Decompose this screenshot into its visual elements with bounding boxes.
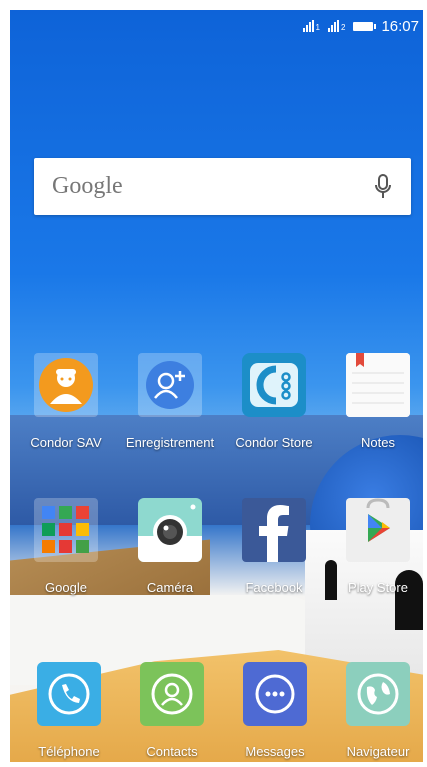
app-condor-store[interactable]: Condor Store <box>224 353 324 450</box>
technician-icon <box>34 353 98 417</box>
dock-contacts[interactable]: Contacts <box>122 662 222 759</box>
contact-icon <box>140 662 204 726</box>
dock-navigateur[interactable]: Navigateur <box>328 662 423 759</box>
play-store-icon <box>346 498 410 562</box>
app-label: Condor Store <box>235 435 313 450</box>
app-notes[interactable]: Notes <box>328 353 423 450</box>
google-search-bar[interactable]: Google <box>34 158 411 215</box>
home-screen: 1 2 16:07 Google Condor SAV Enregistreme… <box>10 10 423 762</box>
app-label: Facebook <box>245 580 303 595</box>
message-icon <box>243 662 307 726</box>
globe-icon <box>346 662 410 726</box>
dock-messages[interactable]: Messages <box>225 662 325 759</box>
search-label: Google <box>52 173 123 199</box>
signal-sim1-icon: 1 <box>302 20 320 32</box>
facebook-icon <box>242 498 306 562</box>
status-bar: 1 2 16:07 <box>10 10 423 42</box>
app-label: Téléphone <box>38 744 100 759</box>
app-label: Messages <box>245 744 305 759</box>
app-label: Google <box>45 580 87 595</box>
app-enregistrement[interactable]: Enregistrement <box>120 353 220 450</box>
app-label: Caméra <box>146 580 194 595</box>
app-camera[interactable]: Caméra <box>120 498 220 595</box>
app-google-folder[interactable]: Google <box>16 498 116 595</box>
microphone-icon[interactable] <box>373 173 393 201</box>
app-label: Contacts <box>146 744 198 759</box>
camera-icon <box>138 498 202 562</box>
add-user-icon <box>138 353 202 417</box>
app-label: Condor SAV <box>30 435 102 450</box>
app-condor-sav[interactable]: Condor SAV <box>16 353 116 450</box>
clock: 16:07 <box>381 17 419 35</box>
app-label: Notes <box>361 435 395 450</box>
app-play-store[interactable]: Play Store <box>328 498 423 595</box>
google-folder-icon <box>34 498 98 562</box>
notepad-icon <box>346 353 410 417</box>
app-label: Enregistrement <box>125 435 215 450</box>
app-label: Play Store <box>348 580 408 595</box>
app-label: Navigateur <box>346 744 410 759</box>
condor-store-icon <box>242 353 306 417</box>
app-facebook[interactable]: Facebook <box>224 498 324 595</box>
signal-sim2-icon: 2 <box>328 20 345 32</box>
phone-icon <box>37 662 101 726</box>
battery-icon <box>353 21 377 31</box>
dock-telephone[interactable]: Téléphone <box>19 662 119 759</box>
